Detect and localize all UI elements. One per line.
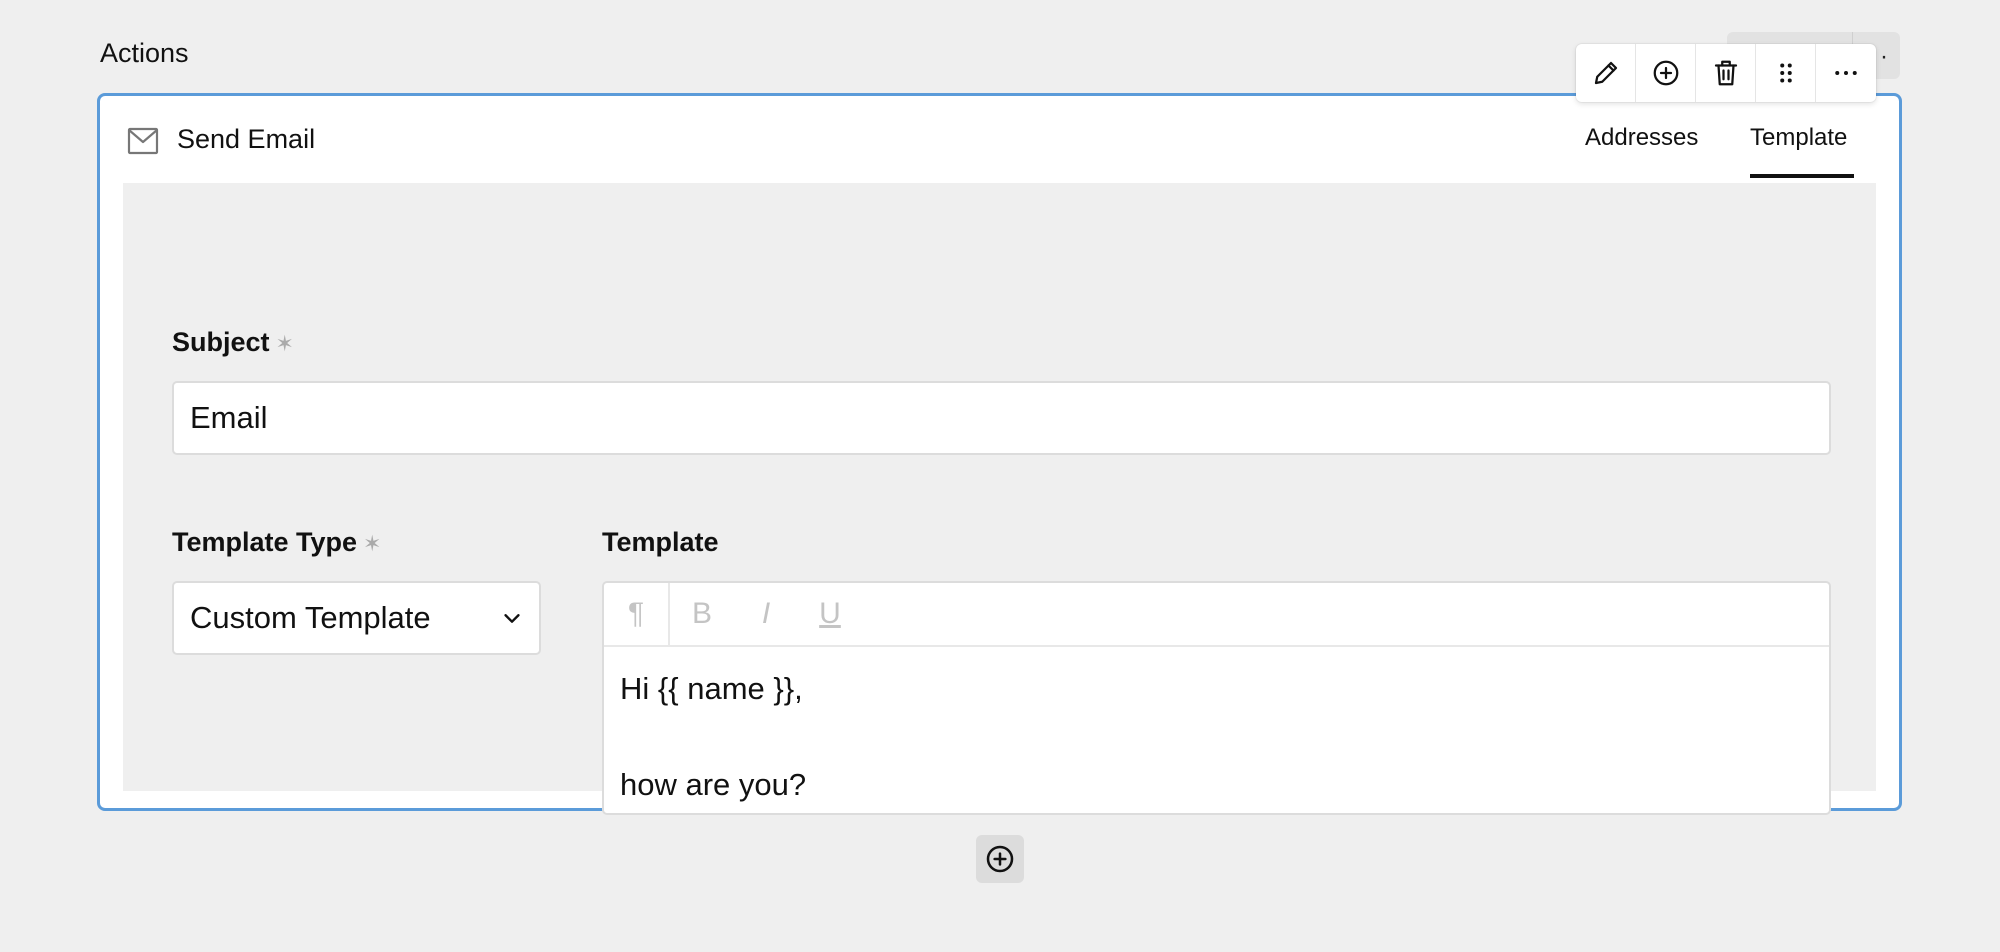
subject-label: Subject ✶ <box>172 327 294 358</box>
add-action-button[interactable] <box>976 835 1024 883</box>
drag-handle-button[interactable] <box>1756 44 1816 102</box>
tab-addresses[interactable]: Addresses <box>1585 124 1698 152</box>
block-toolbar <box>1576 44 1876 102</box>
add-button[interactable] <box>1636 44 1696 102</box>
template-editor[interactable]: ¶ B I U Hi {{ name }}, how are you? <box>602 581 1831 815</box>
pencil-icon <box>1594 61 1617 85</box>
drag-handle-icon <box>1779 63 1792 83</box>
plus-circle-icon <box>986 845 1014 873</box>
card-title: Send Email <box>177 124 316 154</box>
section-title: Actions <box>100 38 189 68</box>
required-icon: ✶ <box>275 331 294 356</box>
more-button[interactable] <box>1816 44 1876 102</box>
template-type-label-text: Template Type <box>172 527 358 557</box>
more-horizontal-icon <box>1835 71 1857 75</box>
edit-button[interactable] <box>1576 44 1636 102</box>
card-body: Subject ✶ Email Template Type ✶ Custom Tem… <box>123 183 1876 815</box>
paragraph-button[interactable]: ¶ <box>604 583 670 645</box>
mail-icon <box>127 127 159 155</box>
editor-content[interactable]: Hi {{ name }}, how are you? <box>620 665 806 809</box>
trash-icon <box>1714 60 1737 86</box>
underline-button[interactable]: U <box>798 583 862 645</box>
editor-line: how are you? <box>620 767 807 802</box>
template-type-value: Custom Template <box>190 600 431 635</box>
template-label: Template <box>602 527 719 557</box>
subject-input[interactable]: Email <box>172 381 1831 455</box>
bold-button[interactable]: B <box>670 583 734 645</box>
active-tab-indicator <box>1750 174 1854 178</box>
chevron-down-icon <box>504 614 520 623</box>
editor-line: Hi {{ name }}, <box>620 671 803 706</box>
editor-line <box>620 713 806 761</box>
delete-button[interactable] <box>1696 44 1756 102</box>
plus-circle-icon <box>1653 60 1678 86</box>
send-email-card[interactable]: Send Email Addresses Template Subject ✶ E… <box>97 93 1902 815</box>
editor-toolbar: ¶ B I U <box>604 583 1829 647</box>
page: Actions ·· Send Email Addresses Template… <box>0 0 2000 952</box>
tab-template[interactable]: Template <box>1750 124 1847 152</box>
template-type-select[interactable]: Custom Template <box>172 581 541 655</box>
subject-label-text: Subject <box>172 327 270 357</box>
italic-button[interactable]: I <box>734 583 798 645</box>
template-type-label: Template Type ✶ <box>172 527 381 558</box>
required-icon: ✶ <box>363 531 382 556</box>
